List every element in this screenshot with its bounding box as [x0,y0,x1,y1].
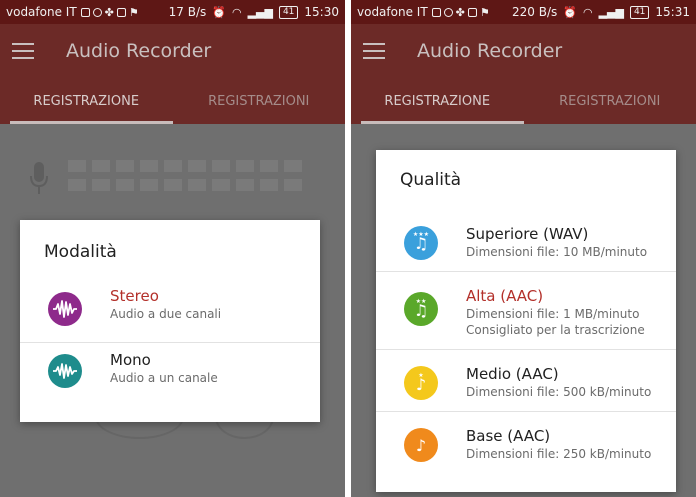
signal-icon: ▂▄▆ [598,5,624,19]
tab-bar: REGISTRAZIONE REGISTRAZIONI [0,78,345,124]
option-divider [376,349,676,350]
svg-text:★★★: ★★★ [413,231,429,238]
option-divider [376,411,676,412]
tab-bar: REGISTRAZIONE REGISTRAZIONI [351,78,696,124]
tab-registrazione[interactable]: REGISTRAZIONE [0,78,173,124]
battery-icon: 41 [629,5,650,19]
carrier-label: vodafone IT [6,5,77,19]
dialog-title: Modalità [44,242,117,262]
option-subtitle: Audio a due canali [110,307,222,321]
option-title: Medio (AAC) [466,365,559,383]
svg-text:★: ★ [418,372,423,379]
music-note-icon: ♪ [404,428,438,462]
laptop-icon [431,7,441,17]
whatsapp-icon [92,7,102,17]
option-divider [20,342,320,343]
network-speed: 220 B/s [512,5,558,19]
option-stereo[interactable]: Stereo Audio a due canali [20,286,320,326]
network-speed: 17 B/s [168,5,207,19]
app-title: Audio Recorder [417,40,563,62]
option-divider [376,271,676,272]
tab-registrazione[interactable]: REGISTRAZIONE [351,78,524,124]
app-bar: Audio Recorder [0,24,345,78]
flag-icon: ⚑ [479,5,490,19]
battery-icon: 41 [278,5,299,19]
wifi-icon: ◠ [231,5,242,19]
option-title: Superiore (WAV) [466,225,589,243]
wifi-icon: ◠ [582,5,593,19]
hamburger-menu-icon[interactable] [363,43,385,59]
option-medio-aac[interactable]: ♪ ★ Medio (AAC) Dimensioni file: 500 kB/… [376,364,676,400]
svg-text:♪: ♪ [416,436,426,455]
waveform-icon [48,354,82,388]
option-size: Dimensioni file: 250 kB/minuto [466,447,652,461]
microphone-icon [30,162,48,194]
option-base-aac[interactable]: ♪ Base (AAC) Dimensioni file: 250 kB/min… [376,426,676,462]
option-title: Mono [110,351,151,369]
alarm-icon: ⏰ [212,5,226,19]
option-title: Base (AAC) [466,427,551,445]
whatsapp-icon [443,7,453,17]
facebook-icon [116,7,126,17]
alarm-icon: ⏰ [563,5,577,19]
svg-text:★★: ★★ [416,298,427,305]
status-bar: vodafone IT ✤ ⚑ 17 B/s ⏰ ◠ ▂▄▆ 41 15:30 [0,0,345,24]
option-size: Dimensioni file: 1 MB/minuto [466,307,640,321]
laptop-icon [80,7,90,17]
sync-icon: ✤ [455,5,465,19]
level-meter-grid [68,160,302,191]
carrier-label: vodafone IT [357,5,428,19]
phone-screen-left: vodafone IT ✤ ⚑ 17 B/s ⏰ ◠ ▂▄▆ 41 15:30 … [0,0,345,497]
sync-icon: ✤ [104,5,114,19]
option-superiore-wav[interactable]: ♫ ★★★ Superiore (WAV) Dimensioni file: 1… [376,224,676,260]
notification-icons: ✤ ⚑ [431,5,490,19]
option-alta-aac[interactable]: ♫ ★★ Alta (AAC) Dimensioni file: 1 MB/mi… [376,286,676,338]
mode-dialog: Modalità Stereo Audio a due canali Mono … [20,220,320,422]
waveform-icon [48,292,82,326]
clock: 15:31 [655,5,690,19]
option-note: Consigliato per la trascrizione [466,323,645,337]
flag-icon: ⚑ [128,5,139,19]
phone-screen-right: vodafone IT ✤ ⚑ 220 B/s ⏰ ◠ ▂▄▆ 41 15:31… [351,0,696,497]
music-note-icon: ♫ ★★★ [404,226,438,260]
facebook-icon [467,7,477,17]
signal-icon: ▂▄▆ [247,5,273,19]
tab-registrazioni[interactable]: REGISTRAZIONI [173,78,346,124]
option-mono[interactable]: Mono Audio a un canale [20,350,320,388]
option-size: Dimensioni file: 500 kB/minuto [466,385,652,399]
status-bar: vodafone IT ✤ ⚑ 220 B/s ⏰ ◠ ▂▄▆ 41 15:31 [351,0,696,24]
hamburger-menu-icon[interactable] [12,43,34,59]
option-title: Stereo [110,287,159,305]
music-note-icon: ♫ ★★ [404,292,438,326]
clock: 15:30 [304,5,339,19]
quality-dialog: Qualità ♫ ★★★ Superiore (WAV) Dimensioni… [376,150,676,492]
option-title: Alta (AAC) [466,287,544,305]
app-title: Audio Recorder [66,40,212,62]
tab-registrazioni[interactable]: REGISTRAZIONI [524,78,696,124]
app-bar: Audio Recorder [351,24,696,78]
dialog-title: Qualità [400,170,462,190]
notification-icons: ✤ ⚑ [80,5,139,19]
option-subtitle: Audio a un canale [110,371,218,385]
option-size: Dimensioni file: 10 MB/minuto [466,245,648,259]
music-note-icon: ♪ ★ [404,366,438,400]
